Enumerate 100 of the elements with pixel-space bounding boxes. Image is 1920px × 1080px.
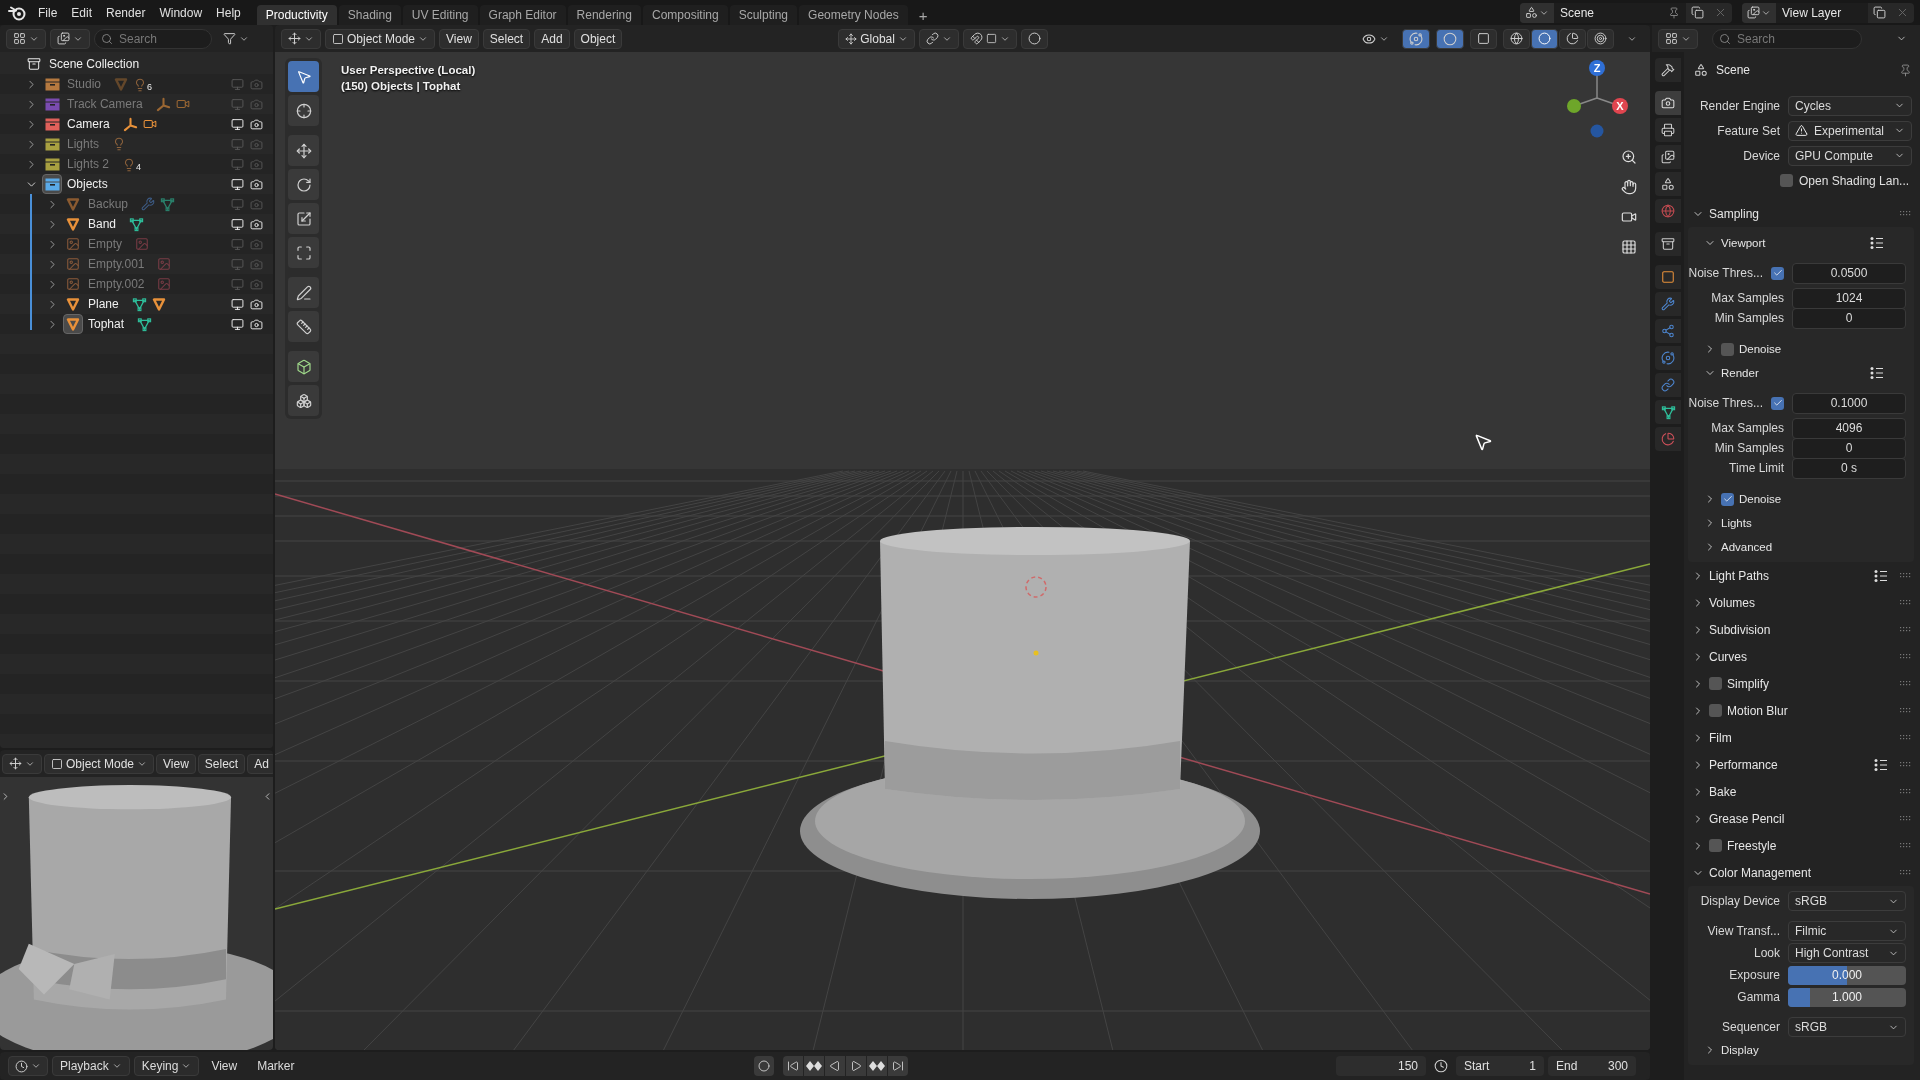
x-axis-handle[interactable]: X [1612,98,1628,114]
dropdown-field[interactable]: Filmic [1788,921,1906,941]
dropdown-field[interactable]: sRGB [1788,891,1906,911]
menu-item[interactable]: Window [153,2,209,23]
subpanel-header[interactable]: Display [1688,1038,1914,1062]
field-label: Min Samples [1713,311,1785,325]
menu-item[interactable]: Edit [65,2,99,23]
outliner-row[interactable]: Empty.002 [0,274,273,294]
field-label: Min Samples [1713,441,1785,455]
menu-button[interactable]: Select [482,28,531,49]
menu-button[interactable]: Add [534,28,570,49]
menu-item[interactable]: File [32,2,64,23]
search-field[interactable]: Search [1712,28,1862,49]
start-frame-field[interactable]: Start 1 [1456,1056,1544,1076]
panel-header[interactable]: Subdivision [1688,616,1920,643]
subpanel-header[interactable]: Denoise [1688,337,1914,361]
subpanel-header[interactable]: Denoise [1688,487,1914,511]
panel-header[interactable]: Film [1688,724,1920,751]
current-frame-field[interactable]: 150 [1336,1056,1426,1076]
outliner-row[interactable]: Backup [0,194,273,214]
workspace-tab[interactable]: Compositing [642,5,728,25]
dropdown-field[interactable]: High Contrast [1788,943,1906,963]
workspace-tab[interactable]: Sculpting [729,5,798,25]
outliner-item-label[interactable]: Scene Collection [49,57,140,71]
outliner-item-label: Empty.002 [88,277,145,291]
outliner-row[interactable]: Studio 6 [0,74,273,94]
number-field[interactable]: 0 s [1792,457,1906,479]
menu-button[interactable]: View [439,28,479,49]
outliner-item-label: Plane [88,297,119,311]
outliner-row[interactable]: Lights [0,134,273,154]
panel-header[interactable]: Freestyle [1688,832,1920,859]
workspace-tab[interactable]: UV Editing [402,5,478,25]
workspace-tab[interactable]: Shading [338,5,401,25]
workspace-tab[interactable]: Geometry Nodes [799,5,908,25]
outliner-item-label: Track Camera [67,97,143,111]
subpanel-header[interactable]: Render [1688,361,1914,385]
menu-button[interactable]: Ad [247,753,273,774]
number-field[interactable]: 0.1000 [1792,392,1906,414]
dropdown-field[interactable]: Cycles [1788,95,1912,116]
number-field[interactable]: 0 [1792,307,1906,329]
subpanel-header[interactable]: Lights [1688,511,1914,535]
outliner-row[interactable]: Lights 2 4 [0,154,273,174]
dropdown-field[interactable]: sRGB [1788,1017,1906,1037]
panel-header[interactable]: Volumes [1688,589,1920,616]
number-field[interactable]: 1024 [1792,287,1906,309]
field-label: Render Engine [1698,98,1781,113]
workspace-tab[interactable]: Rendering [567,5,641,25]
field-label: Time Limit [1728,461,1785,475]
panel-header[interactable]: Curves [1688,643,1920,670]
z-axis-handle[interactable]: Z [1589,60,1605,76]
field-label: Feature Set [1716,123,1781,138]
panel-header[interactable]: Performance [1688,751,1920,778]
viewport-info-text: (150) Objects | Tophat [341,80,462,92]
outliner-row[interactable]: Camera [0,114,273,134]
mode-dropdown[interactable]: Object Mode [44,753,155,774]
number-field[interactable]: 0 [1792,437,1906,459]
panel-header[interactable]: Light Paths [1688,562,1920,589]
number-field[interactable]: 4096 [1792,417,1906,439]
field-label: Max Samples [1710,291,1785,305]
menu-button[interactable]: View [203,1056,246,1076]
number-field[interactable]: 0.0500 [1792,262,1906,284]
panel-header[interactable]: Color Management [1688,859,1920,886]
menu-button[interactable]: Object [573,28,623,49]
menu-button[interactable]: View [156,753,196,774]
outliner-row[interactable]: Track Camera [0,94,273,114]
menu-button[interactable]: Keying [133,1056,200,1076]
workspace-tab[interactable]: Productivity [256,5,337,25]
panel-header[interactable]: Sampling [1688,200,1920,227]
end-frame-field[interactable]: End 300 [1548,1056,1636,1076]
outliner-item-label: Empty [88,237,122,251]
dropdown-field[interactable]: GPU Compute [1788,145,1912,166]
menu-button[interactable]: Playback [52,1056,130,1076]
menu-item[interactable]: Render [100,2,152,23]
add-workspace-button[interactable]: + [909,5,937,25]
slider-field[interactable]: 0.000 [1788,965,1906,985]
menu-item[interactable]: Help [210,2,247,23]
outliner-row[interactable]: Plane [0,294,273,314]
panel-header[interactable]: Grease Pencil [1688,805,1920,832]
panel-header[interactable]: Simplify [1688,670,1920,697]
outliner-row[interactable]: Band [0,214,273,234]
outliner-row[interactable]: Tophat [0,314,273,334]
search-field[interactable]: Search [94,28,212,49]
outliner-item-label: Lights [67,137,100,151]
subpanel-header[interactable]: Advanced [1688,535,1914,559]
field-label: Max Samples [1710,421,1785,435]
menu-button[interactable]: Select [197,753,246,774]
dropdown-field[interactable]: Experimental [1788,120,1912,141]
count-label: 4 [136,162,142,172]
subpanel-header[interactable]: Viewport [1688,231,1914,255]
mode-dropdown[interactable]: Object Mode [325,28,436,49]
view-layer-name-field[interactable]: View Layer [1776,2,1868,23]
outliner-row[interactable]: Empty.001 [0,254,273,274]
panel-header[interactable]: Motion Blur [1688,697,1920,724]
outliner-row[interactable]: Empty [0,234,273,254]
slider-field[interactable]: 1.000 [1788,987,1906,1007]
scene-name-field[interactable]: Scene [1554,2,1686,23]
menu-button[interactable]: Marker [249,1056,303,1076]
panel-header[interactable]: Bake [1688,778,1920,805]
workspace-tab[interactable]: Graph Editor [479,5,566,25]
orientation-dropdown[interactable]: Global [838,28,915,49]
